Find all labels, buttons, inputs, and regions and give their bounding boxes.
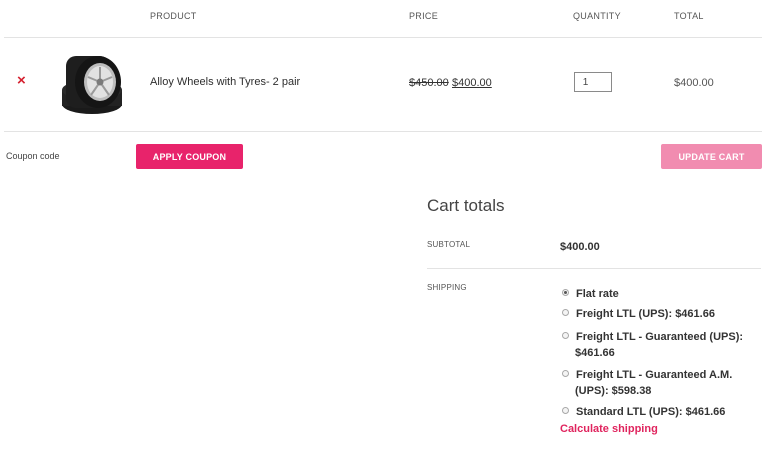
shipping-option-label: Flat rate (576, 288, 619, 300)
quantity-input[interactable] (574, 72, 612, 92)
original-price: $450.00 (409, 77, 449, 89)
shipping-option-label: Freight LTL (UPS): $461.66 (576, 308, 715, 320)
subtotal-value: $400.00 (560, 241, 600, 253)
row-total: $400.00 (674, 77, 714, 89)
header-divider (4, 37, 762, 38)
row-divider (4, 131, 762, 132)
radio-icon[interactable] (562, 309, 569, 316)
radio-icon[interactable] (562, 370, 569, 377)
column-header-price: PRICE (409, 11, 439, 21)
totals-divider (427, 268, 761, 269)
shipping-option-price: (UPS): $598.38 (575, 385, 652, 397)
update-cart-button[interactable]: UPDATE CART (661, 144, 762, 169)
cart-totals-title: Cart totals (427, 196, 505, 215)
shipping-option-label: Freight LTL - Guaranteed (UPS): (576, 331, 744, 343)
column-header-product: PRODUCT (150, 11, 197, 21)
calculate-shipping-link[interactable]: Calculate shipping (560, 423, 658, 435)
apply-coupon-button[interactable]: APPLY COUPON (136, 144, 243, 169)
tire-wheel-image[interactable] (58, 50, 126, 116)
remove-item-icon[interactable]: × (17, 73, 26, 89)
column-header-total: TOTAL (674, 11, 704, 21)
radio-icon[interactable] (562, 332, 569, 339)
shipping-label: SHIPPING (427, 283, 467, 292)
radio-icon-selected[interactable] (562, 289, 569, 296)
product-name-link[interactable]: Alloy Wheels with Tyres- 2 pair (150, 76, 300, 88)
coupon-code-field[interactable]: Coupon code (6, 151, 60, 161)
radio-icon[interactable] (562, 407, 569, 414)
column-header-quantity: QUANTITY (573, 11, 621, 21)
shipping-option-price: $461.66 (575, 347, 615, 359)
shipping-option-label: Standard LTL (UPS): $461.66 (576, 406, 726, 418)
subtotal-label: SUBTOTAL (427, 240, 471, 249)
sale-price: $400.00 (452, 77, 492, 89)
shipping-option-label: Freight LTL - Guaranteed A.M. (576, 369, 733, 381)
